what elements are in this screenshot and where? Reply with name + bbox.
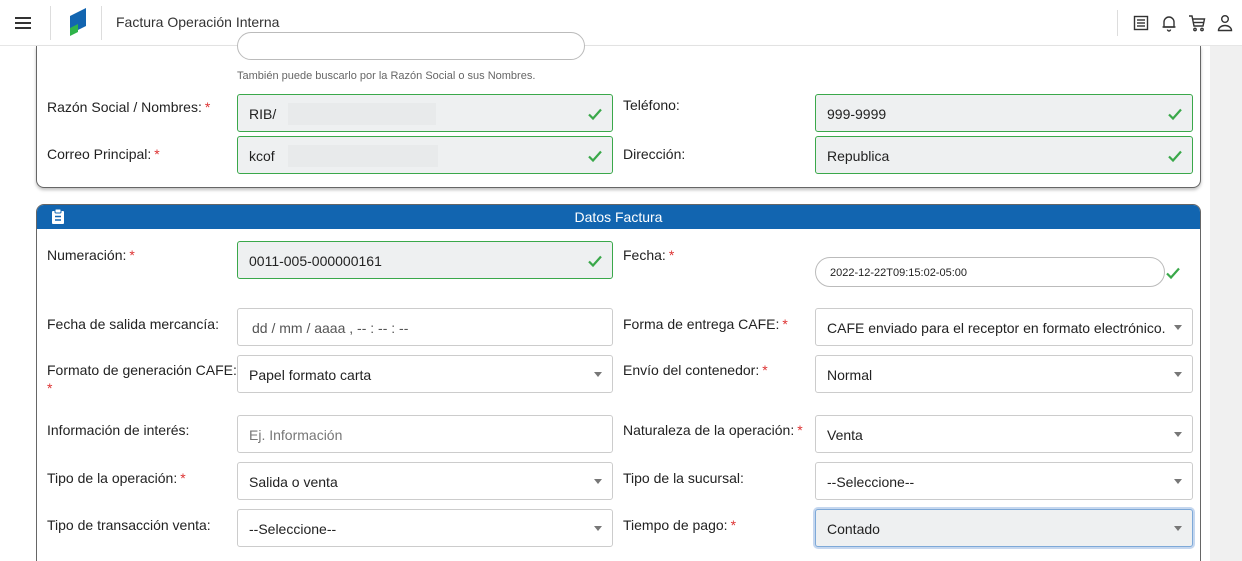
fecha-salida-input[interactable]: dd / mm / aaaa , -- : -- : --	[237, 308, 613, 346]
divider	[101, 6, 102, 40]
razon-social-field[interactable]: RIB/	[237, 94, 613, 132]
dropdown-caret-icon	[594, 372, 602, 377]
tiempo-pago-label: Tiempo de pago: *	[623, 517, 737, 533]
valid-check-icon	[588, 150, 602, 163]
factura-card: Datos Factura Numeración: * 0011-005-0000…	[36, 204, 1201, 561]
redacted-block	[288, 103, 436, 125]
dropdown-caret-icon	[1174, 479, 1182, 484]
dropdown-caret-icon	[594, 479, 602, 484]
client-card: También puede buscarlo por la Razón Soci…	[36, 32, 1201, 188]
formato-label: Formato de generación CAFE: *	[47, 362, 237, 396]
numeracion-label: Numeración: *	[47, 247, 135, 263]
card-title: Datos Factura	[574, 209, 663, 225]
info-label: Información de interés:	[47, 422, 190, 438]
correo-field[interactable]: kcof	[237, 136, 613, 174]
page-title: Factura Operación Interna	[116, 14, 280, 30]
formato-select[interactable]: Papel formato carta	[237, 355, 613, 393]
valid-check-icon	[1168, 150, 1182, 163]
top-bar: Factura Operación Interna	[0, 0, 1242, 46]
forma-entrega-select[interactable]: CAFE enviado para el receptor en formato…	[815, 308, 1193, 346]
info-input[interactable]: Ej. Información	[237, 415, 613, 453]
valid-check-icon	[588, 255, 602, 268]
cart-icon[interactable]	[1186, 10, 1208, 36]
tiempo-pago-select[interactable]: Contado	[815, 509, 1193, 547]
user-icon[interactable]	[1214, 10, 1236, 36]
redacted-block	[288, 145, 438, 167]
valid-check-icon	[1166, 267, 1180, 280]
dropdown-caret-icon	[1174, 325, 1182, 330]
tipo-operacion-select[interactable]: Salida o venta	[237, 462, 613, 500]
direccion-label: Dirección:	[623, 146, 686, 162]
envio-select[interactable]: Normal	[815, 355, 1193, 393]
client-search-input[interactable]	[237, 32, 585, 60]
correo-label: Correo Principal: *	[47, 146, 160, 162]
list-view-icon[interactable]	[1130, 10, 1152, 36]
numeracion-field[interactable]: 0011-005-000000161	[237, 241, 613, 279]
fecha-label: Fecha: *	[623, 247, 675, 263]
razon-social-label: Razón Social / Nombres: *	[47, 99, 211, 115]
tipo-sucursal-label: Tipo de la sucursal:	[623, 470, 744, 486]
card-header: Datos Factura	[37, 205, 1200, 229]
page-content: También puede buscarlo por la Razón Soci…	[0, 32, 1210, 561]
tipo-operacion-label: Tipo de la operación: *	[47, 470, 186, 486]
hamburger-menu-icon[interactable]	[8, 8, 38, 38]
app-logo[interactable]	[64, 6, 90, 40]
divider	[1117, 10, 1118, 36]
naturaleza-select[interactable]: Venta	[815, 415, 1193, 453]
tipo-sucursal-select[interactable]: --Seleccione--	[815, 462, 1193, 500]
tipo-transaccion-select[interactable]: --Seleccione--	[237, 509, 613, 547]
telefono-field[interactable]: 999-9999	[815, 94, 1193, 132]
dropdown-caret-icon	[1174, 372, 1182, 377]
telefono-label: Teléfono:	[623, 97, 680, 113]
dropdown-caret-icon	[1174, 432, 1182, 437]
dropdown-caret-icon	[1174, 526, 1182, 531]
search-hint: También puede buscarlo por la Razón Soci…	[237, 70, 536, 82]
fecha-salida-label: Fecha de salida mercancía:	[47, 316, 219, 332]
naturaleza-label: Naturaleza de la operación: *	[623, 422, 803, 438]
bell-icon[interactable]	[1158, 10, 1180, 36]
tipo-transaccion-label: Tipo de transacción venta:	[47, 517, 211, 533]
valid-check-icon	[588, 108, 602, 121]
valid-check-icon	[1168, 108, 1182, 121]
divider	[50, 6, 51, 40]
dropdown-caret-icon	[594, 526, 602, 531]
fecha-field[interactable]: 2022-12-22T09:15:02-05:00	[815, 257, 1165, 287]
direccion-field[interactable]: Republica	[815, 136, 1193, 174]
forma-entrega-label: Forma de entrega CAFE: *	[623, 316, 788, 332]
envio-label: Envío del contenedor: *	[623, 362, 768, 378]
